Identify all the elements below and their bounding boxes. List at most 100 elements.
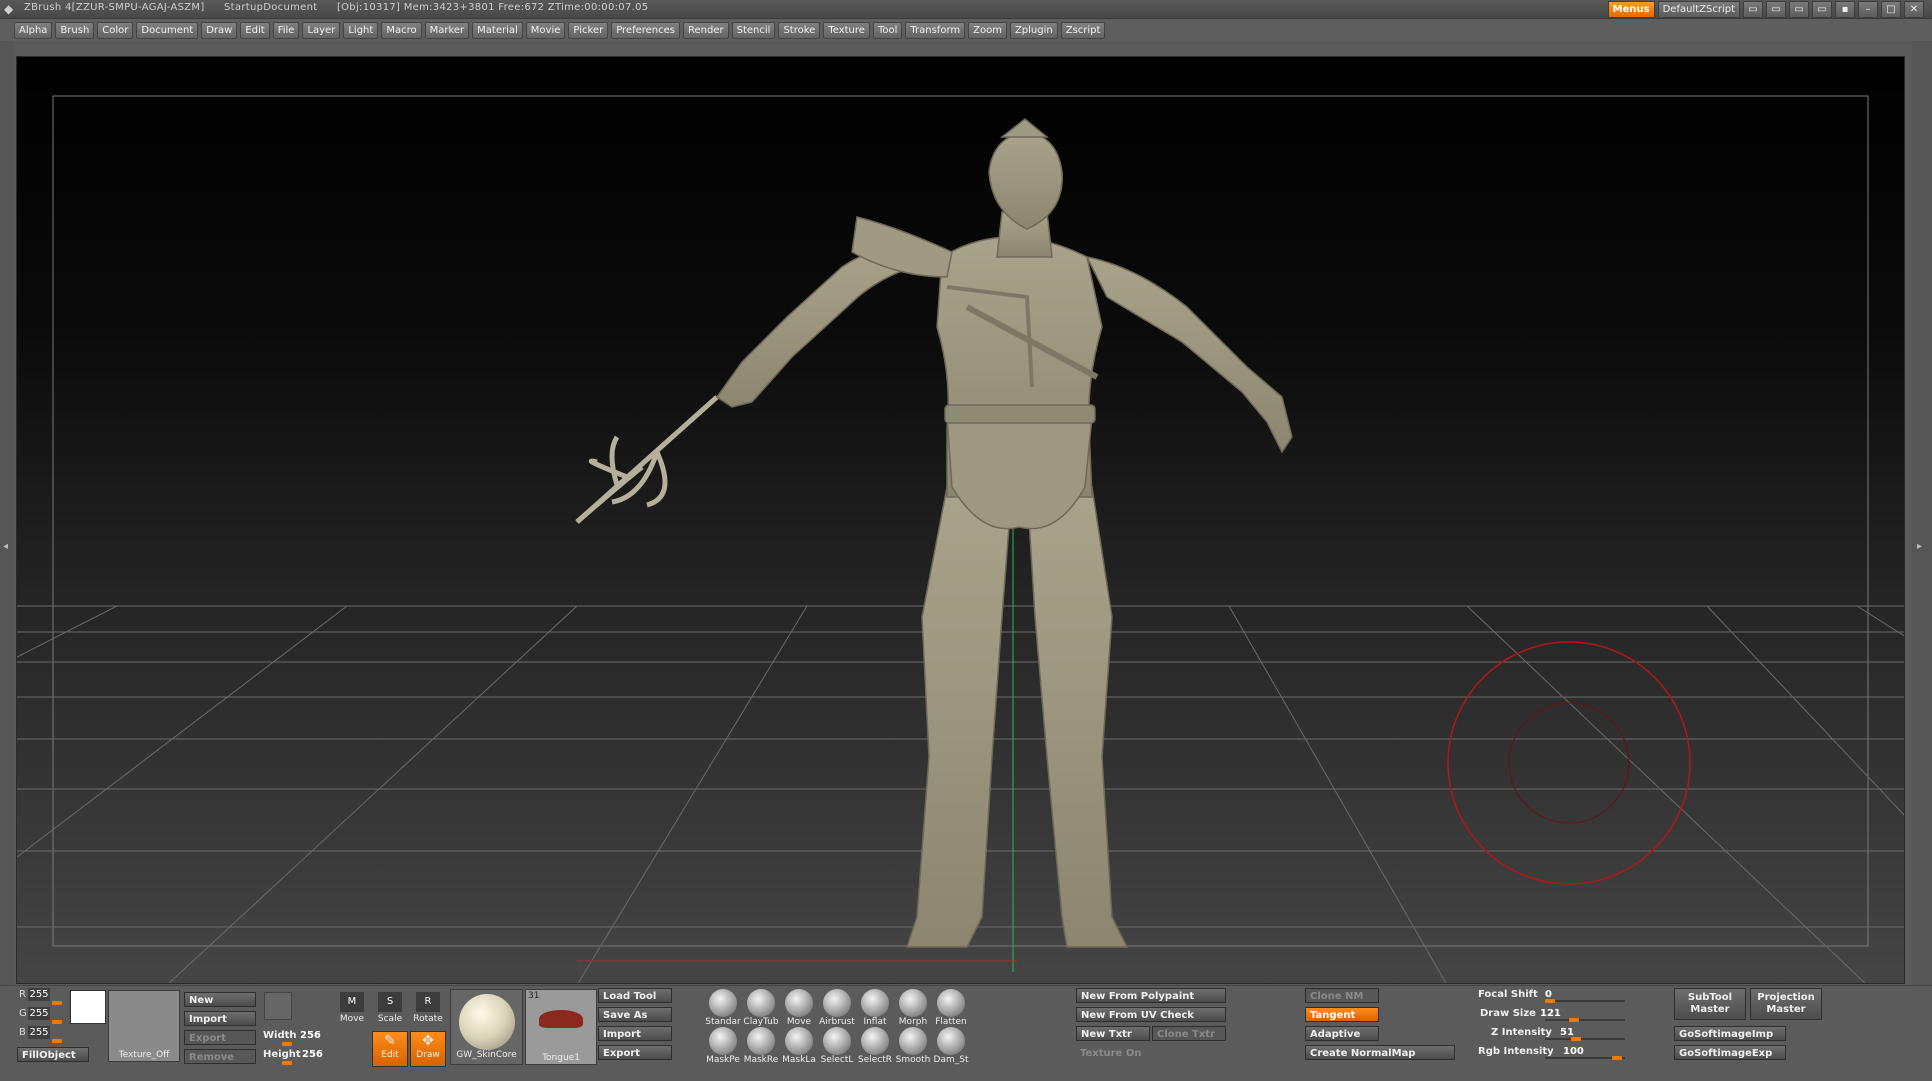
- material-thumbnail[interactable]: GW_SkinCore: [450, 989, 523, 1065]
- brush-maskre[interactable]: MaskRe: [742, 1027, 780, 1065]
- menu-draw[interactable]: Draw: [201, 22, 238, 39]
- b-slider[interactable]: [52, 1039, 62, 1043]
- tool-export-button[interactable]: Export: [598, 1045, 672, 1060]
- r-slider[interactable]: [52, 1001, 62, 1005]
- texture-export-button[interactable]: Export: [184, 1030, 256, 1045]
- menu-macro[interactable]: Macro: [381, 22, 422, 39]
- rgb-intensity-value[interactable]: 100: [1563, 1046, 1584, 1057]
- width-slider[interactable]: [282, 1042, 292, 1046]
- adaptive-toggle[interactable]: Adaptive: [1305, 1026, 1379, 1041]
- layout-icon-4[interactable]: ▭: [1812, 1, 1832, 18]
- texture-remove-button[interactable]: Remove: [184, 1049, 256, 1064]
- texture-thumbnail[interactable]: Texture_Off: [108, 990, 180, 1062]
- menu-alpha[interactable]: Alpha: [14, 22, 53, 39]
- draw-size-slider[interactable]: [1569, 1018, 1579, 1022]
- new-txtr-button[interactable]: New Txtr: [1076, 1026, 1150, 1041]
- brush-standar[interactable]: Standar: [704, 989, 742, 1027]
- brush-maskla[interactable]: MaskLa: [780, 1027, 818, 1065]
- brush-flatten[interactable]: Flatten: [932, 989, 970, 1027]
- menu-zoom[interactable]: Zoom: [968, 22, 1007, 39]
- menu-light[interactable]: Light: [343, 22, 379, 39]
- menu-marker[interactable]: Marker: [424, 22, 470, 39]
- menu-brush[interactable]: Brush: [55, 22, 95, 39]
- focal-shift-track[interactable]: [1545, 1000, 1625, 1002]
- move-icon[interactable]: M: [340, 992, 364, 1012]
- subtool-master-button[interactable]: SubTool Master: [1674, 988, 1746, 1020]
- texture-new-button[interactable]: New: [184, 992, 256, 1007]
- rgb-intensity-slider[interactable]: [1612, 1056, 1622, 1060]
- maximize-icon[interactable]: □: [1881, 1, 1901, 18]
- texture-on-label[interactable]: Texture On: [1080, 1048, 1141, 1059]
- z-intensity-track[interactable]: [1545, 1038, 1625, 1040]
- brush-airbrust[interactable]: Airbrust: [818, 989, 856, 1027]
- default-zscript-button[interactable]: DefaultZScript: [1657, 1, 1740, 18]
- edit-button[interactable]: ✎ Edit: [372, 1031, 408, 1067]
- menu-material[interactable]: Material: [472, 22, 523, 39]
- menu-stencil[interactable]: Stencil: [731, 22, 776, 39]
- layout-icon-2[interactable]: ▭: [1766, 1, 1786, 18]
- tangent-toggle[interactable]: Tangent: [1305, 1007, 1379, 1022]
- menu-file[interactable]: File: [272, 22, 300, 39]
- brush-selectr[interactable]: SelectR: [856, 1027, 894, 1065]
- save-as-button[interactable]: Save As: [598, 1007, 672, 1022]
- brush-dam-st[interactable]: Dam_St: [932, 1027, 970, 1065]
- height-slider[interactable]: [282, 1061, 292, 1065]
- focal-shift-slider[interactable]: [1545, 999, 1555, 1003]
- canvas-viewport[interactable]: [16, 56, 1905, 984]
- b-value[interactable]: 255: [28, 1026, 50, 1039]
- z-intensity-slider[interactable]: [1571, 1037, 1581, 1041]
- main-color-swatch[interactable]: [70, 990, 106, 1024]
- brush-selectl[interactable]: SelectL: [818, 1027, 856, 1065]
- g-value[interactable]: 255: [28, 1007, 50, 1020]
- clone-nm-button[interactable]: Clone NM: [1305, 988, 1379, 1003]
- new-from-uv-check-button[interactable]: New From UV Check: [1076, 1007, 1226, 1022]
- texture-import-button[interactable]: Import: [184, 1011, 256, 1026]
- layout-icon-1[interactable]: ▭: [1743, 1, 1763, 18]
- left-tray-arrow-icon[interactable]: ◂: [3, 541, 8, 552]
- brush-smooth[interactable]: Smooth: [894, 1027, 932, 1065]
- menu-preferences[interactable]: Preferences: [611, 22, 681, 39]
- brush-maskpe[interactable]: MaskPe: [704, 1027, 742, 1065]
- right-tray-arrow-icon[interactable]: ▸: [1917, 541, 1922, 552]
- r-value[interactable]: 255: [28, 988, 50, 1001]
- draw-size-value[interactable]: 121: [1540, 1008, 1561, 1019]
- brush-claytub[interactable]: ClayTub: [742, 989, 780, 1027]
- tool-import-button[interactable]: Import: [598, 1026, 672, 1041]
- menu-render[interactable]: Render: [683, 22, 729, 39]
- tool-thumbnail[interactable]: 31 Tongue1: [525, 989, 597, 1065]
- go-softimage-imp-button[interactable]: GoSoftimageImp: [1674, 1026, 1786, 1041]
- menu-zplugin[interactable]: Zplugin: [1009, 22, 1058, 39]
- menu-movie[interactable]: Movie: [525, 22, 566, 39]
- menu-texture[interactable]: Texture: [823, 22, 870, 39]
- minimize-icon[interactable]: –: [1858, 1, 1878, 18]
- menu-color[interactable]: Color: [97, 22, 134, 39]
- load-tool-button[interactable]: Load Tool: [598, 988, 672, 1003]
- width-value[interactable]: 256: [300, 1030, 321, 1041]
- menu-stroke[interactable]: Stroke: [778, 22, 821, 39]
- brush-inflat[interactable]: Inflat: [856, 989, 894, 1027]
- scale-icon[interactable]: S: [378, 992, 402, 1012]
- menu-layer[interactable]: Layer: [302, 22, 341, 39]
- menu-tool[interactable]: Tool: [872, 22, 903, 39]
- lock-icon[interactable]: ▪: [1835, 1, 1855, 18]
- go-softimage-exp-button[interactable]: GoSoftimageExp: [1674, 1045, 1786, 1060]
- projection-master-button[interactable]: Projection Master: [1750, 988, 1822, 1020]
- brush-morph[interactable]: Morph: [894, 989, 932, 1027]
- rotate-icon[interactable]: R: [416, 992, 440, 1012]
- brush-move[interactable]: Move: [780, 989, 818, 1027]
- fill-object-button[interactable]: FillObject: [17, 1047, 89, 1062]
- close-icon[interactable]: ✕: [1904, 1, 1924, 18]
- draw-button[interactable]: ✥ Draw: [410, 1031, 446, 1067]
- menu-document[interactable]: Document: [136, 22, 199, 39]
- menus-button[interactable]: Menus: [1607, 1, 1655, 18]
- draw-size-track[interactable]: [1545, 1019, 1625, 1021]
- create-normalmap-button[interactable]: Create NormalMap: [1305, 1045, 1455, 1060]
- clone-txtr-button[interactable]: Clone Txtr: [1152, 1026, 1226, 1041]
- menu-transform[interactable]: Transform: [905, 22, 966, 39]
- menu-picker[interactable]: Picker: [568, 22, 609, 39]
- menu-zscript[interactable]: Zscript: [1060, 22, 1106, 39]
- layout-icon-3[interactable]: ▭: [1789, 1, 1809, 18]
- menu-edit[interactable]: Edit: [240, 22, 270, 39]
- texture-flip-icon[interactable]: [264, 992, 292, 1020]
- g-slider[interactable]: [52, 1020, 62, 1024]
